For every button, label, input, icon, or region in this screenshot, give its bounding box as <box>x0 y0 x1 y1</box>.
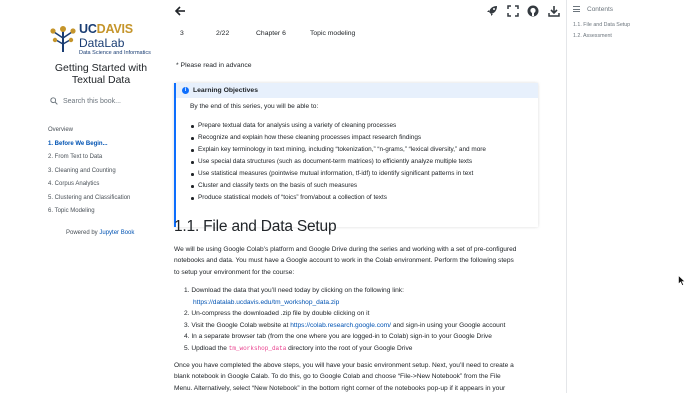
intro-paragraph: We will be using Google Colab’s platform… <box>174 246 517 276</box>
contents-list: 1.1. File and Data Setup 1.2. Assessment <box>573 20 630 42</box>
schedule-num: 3 <box>180 30 184 37</box>
download-icon[interactable] <box>548 5 560 17</box>
sidebar: UCDAVIS DataLab Data Science and Informa… <box>0 0 166 393</box>
list-item: https://datalab.ucdavis.edu/tm_workshop_… <box>184 297 505 309</box>
list-item: 1. Download the data that you’ll need to… <box>184 287 404 294</box>
logo-ucdavis: UCDAVIS <box>79 22 133 36</box>
search-placeholder: Search this book... <box>63 97 121 105</box>
github-icon[interactable] <box>527 5 539 17</box>
list-item: Prepare textual data for analysis using … <box>190 120 486 132</box>
objectives-list: Prepare textual data for analysis using … <box>190 120 486 204</box>
advance-note: * Please read in advance <box>176 62 252 69</box>
sidebar-item-topic-modeling[interactable]: 6. Topic Modeling <box>48 205 166 219</box>
list-item: 2. Un-compress the downloaded .zip file … <box>184 310 370 317</box>
schedule-chapter: Chapter 6 <box>256 30 286 37</box>
list-item: 4. In a separate browser tab (from the o… <box>184 333 492 340</box>
contents-toggle[interactable]: Contents <box>573 5 613 13</box>
list-item: Produce statistical models of “toics” fr… <box>190 192 486 204</box>
inline-code: tm_workshop_data <box>228 344 287 352</box>
sidebar-item-before-we-begin[interactable]: 1. Before We Begin... <box>48 138 166 152</box>
main-content: 3 2/22 Chapter 6 Topic modeling * Please… <box>166 22 566 393</box>
fullscreen-icon[interactable] <box>507 5 519 17</box>
list-item: Recognize and explain how these cleaning… <box>190 132 486 144</box>
powered-by: Powered by Jupyter Book <box>66 230 135 236</box>
setup-steps-list: 1. Download the data that you’ll need to… <box>184 285 505 354</box>
book-title: Getting Started with Textual Data <box>54 62 148 86</box>
list-item: Cluster and classify texts on the basis … <box>190 180 486 192</box>
schedule-topic: Topic modeling <box>310 30 356 37</box>
jupyter-book-link[interactable]: Jupyter Book <box>99 230 134 236</box>
seal-icon <box>50 26 76 52</box>
mouse-cursor-icon <box>678 275 686 286</box>
admonition-title: i Learning Objectives <box>176 83 538 98</box>
page-contents-panel: Contents 1.1. File and Data Setup 1.2. A… <box>567 0 700 393</box>
logo-subtitle: Data Science and Informatics <box>79 50 151 56</box>
datalab-logo[interactable]: UCDAVIS DataLab Data Science and Informa… <box>48 22 168 60</box>
sidebar-item-overview[interactable]: Overview <box>48 124 166 138</box>
info-icon: i <box>182 87 189 94</box>
list-item: 3. Visit the Google Colab website at htt… <box>184 321 506 329</box>
search-input[interactable]: Search this book... <box>50 94 160 108</box>
list-item: Explain key terminology in text mining, … <box>190 144 486 156</box>
colab-link[interactable]: https://colab.research.google.com/ <box>290 322 391 329</box>
sidebar-item-cleaning-and-counting[interactable]: 3. Cleaning and Counting <box>48 165 166 179</box>
section-heading: 1.1. File and Data Setup <box>174 218 337 235</box>
contents-item-assessment[interactable]: 1.2. Assessment <box>573 31 630 42</box>
sidebar-item-corpus-analytics[interactable]: 4. Corpus Analytics <box>48 178 166 192</box>
sidebar-nav: Overview 1. Before We Begin... 2. From T… <box>48 124 166 219</box>
top-toolbar <box>166 0 566 22</box>
contents-header: Contents <box>587 5 614 13</box>
contents-icon <box>573 5 580 13</box>
sidebar-item-from-text-to-data[interactable]: 2. From Text to Data <box>48 151 166 165</box>
outro-paragraph: Once you have completed the above steps,… <box>174 362 514 392</box>
data-zip-link[interactable]: https://datalab.ucdavis.edu/tm_workshop_… <box>193 299 339 306</box>
back-arrow-icon[interactable] <box>174 5 186 17</box>
rocket-icon[interactable] <box>486 5 498 17</box>
schedule-date: 2/22 <box>216 30 230 37</box>
learning-objectives-box: i Learning Objectives By the end of this… <box>174 83 538 227</box>
list-item: 5. Updload the tm_workshop_data director… <box>184 344 413 352</box>
search-icon <box>50 97 58 105</box>
list-item: Use special data structures (such as doc… <box>190 156 486 168</box>
objectives-intro: By the end of this series, you will be a… <box>190 103 319 110</box>
contents-item-file-and-data-setup[interactable]: 1.1. File and Data Setup <box>573 20 630 31</box>
list-item: Use statistical measures (pointwise mutu… <box>190 168 486 180</box>
sidebar-item-clustering-and-classification[interactable]: 5. Clustering and Classification <box>48 192 166 206</box>
logo-datalab: DataLab <box>79 36 125 50</box>
